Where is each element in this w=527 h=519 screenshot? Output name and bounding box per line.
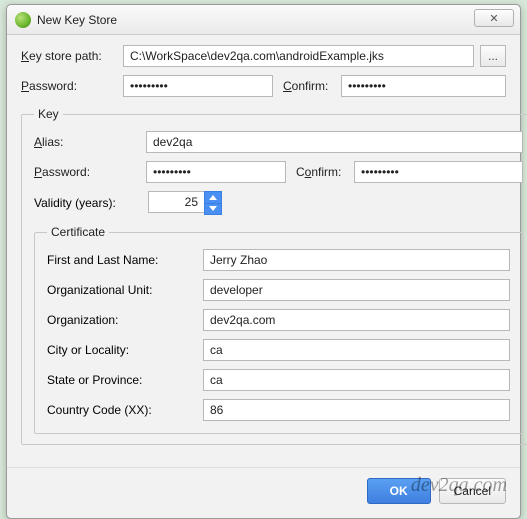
key-confirm-input[interactable] bbox=[354, 161, 523, 183]
validity-input[interactable] bbox=[148, 191, 204, 213]
ok-button[interactable]: OK bbox=[367, 478, 431, 504]
row-first-last: First and Last Name: bbox=[47, 249, 510, 271]
spinner-up[interactable] bbox=[205, 192, 221, 204]
row-validity: Validity (years): bbox=[34, 191, 523, 215]
row-key-store-path: Key store path: ... bbox=[21, 45, 506, 67]
key-store-path-input[interactable] bbox=[123, 45, 474, 67]
android-studio-icon bbox=[15, 12, 31, 28]
alias-input[interactable] bbox=[146, 131, 523, 153]
password-input[interactable] bbox=[123, 75, 273, 97]
cancel-button[interactable]: Cancel bbox=[439, 478, 506, 504]
dialog-content: Key store path: ... Password: Confirm: K… bbox=[7, 35, 520, 459]
label-state: State or Province: bbox=[47, 373, 195, 387]
label-key-password: Password: bbox=[34, 165, 140, 179]
window-title: New Key Store bbox=[37, 13, 117, 27]
state-input[interactable] bbox=[203, 369, 510, 391]
org-unit-input[interactable] bbox=[203, 279, 510, 301]
label-org-unit: Organizational Unit: bbox=[47, 283, 195, 297]
row-organization: Organization: bbox=[47, 309, 510, 331]
close-icon: ✕ bbox=[489, 12, 498, 25]
label-first-last: First and Last Name: bbox=[47, 253, 195, 267]
confirm-input[interactable] bbox=[341, 75, 506, 97]
dialog-new-key-store: New Key Store ✕ Key store path: ... Pass… bbox=[6, 4, 521, 519]
legend-certificate: Certificate bbox=[47, 225, 109, 239]
label-confirm: Confirm: bbox=[279, 79, 335, 93]
row-password: Password: Confirm: bbox=[21, 75, 506, 97]
close-button[interactable]: ✕ bbox=[474, 9, 514, 27]
browse-button[interactable]: ... bbox=[480, 45, 506, 67]
label-password: Password: bbox=[21, 79, 117, 93]
row-city: City or Locality: bbox=[47, 339, 510, 361]
validity-spinner[interactable] bbox=[148, 191, 222, 215]
fieldset-key: Key Alias: Password: Confirm: Validity (… bbox=[21, 107, 527, 445]
label-alias: Alias: bbox=[34, 135, 140, 149]
first-last-input[interactable] bbox=[203, 249, 510, 271]
label-key-store-path: Key store path: bbox=[21, 49, 117, 63]
row-org-unit: Organizational Unit: bbox=[47, 279, 510, 301]
label-country-code: Country Code (XX): bbox=[47, 403, 195, 417]
row-key-password: Password: Confirm: bbox=[34, 161, 523, 183]
label-key-confirm: Confirm: bbox=[292, 165, 348, 179]
organization-input[interactable] bbox=[203, 309, 510, 331]
legend-key: Key bbox=[34, 107, 63, 121]
fieldset-certificate: Certificate First and Last Name: Organiz… bbox=[34, 225, 523, 434]
row-alias: Alias: bbox=[34, 131, 523, 153]
titlebar: New Key Store ✕ bbox=[7, 5, 520, 35]
label-city: City or Locality: bbox=[47, 343, 195, 357]
country-code-input[interactable] bbox=[203, 399, 510, 421]
spinner-down[interactable] bbox=[205, 204, 221, 215]
row-country-code: Country Code (XX): bbox=[47, 399, 510, 421]
row-state: State or Province: bbox=[47, 369, 510, 391]
dialog-footer: OK Cancel bbox=[7, 467, 520, 518]
city-input[interactable] bbox=[203, 339, 510, 361]
label-organization: Organization: bbox=[47, 313, 195, 327]
key-password-input[interactable] bbox=[146, 161, 286, 183]
spinner-arrows bbox=[204, 191, 222, 215]
ellipsis-icon: ... bbox=[488, 49, 498, 63]
label-validity: Validity (years): bbox=[34, 196, 140, 210]
